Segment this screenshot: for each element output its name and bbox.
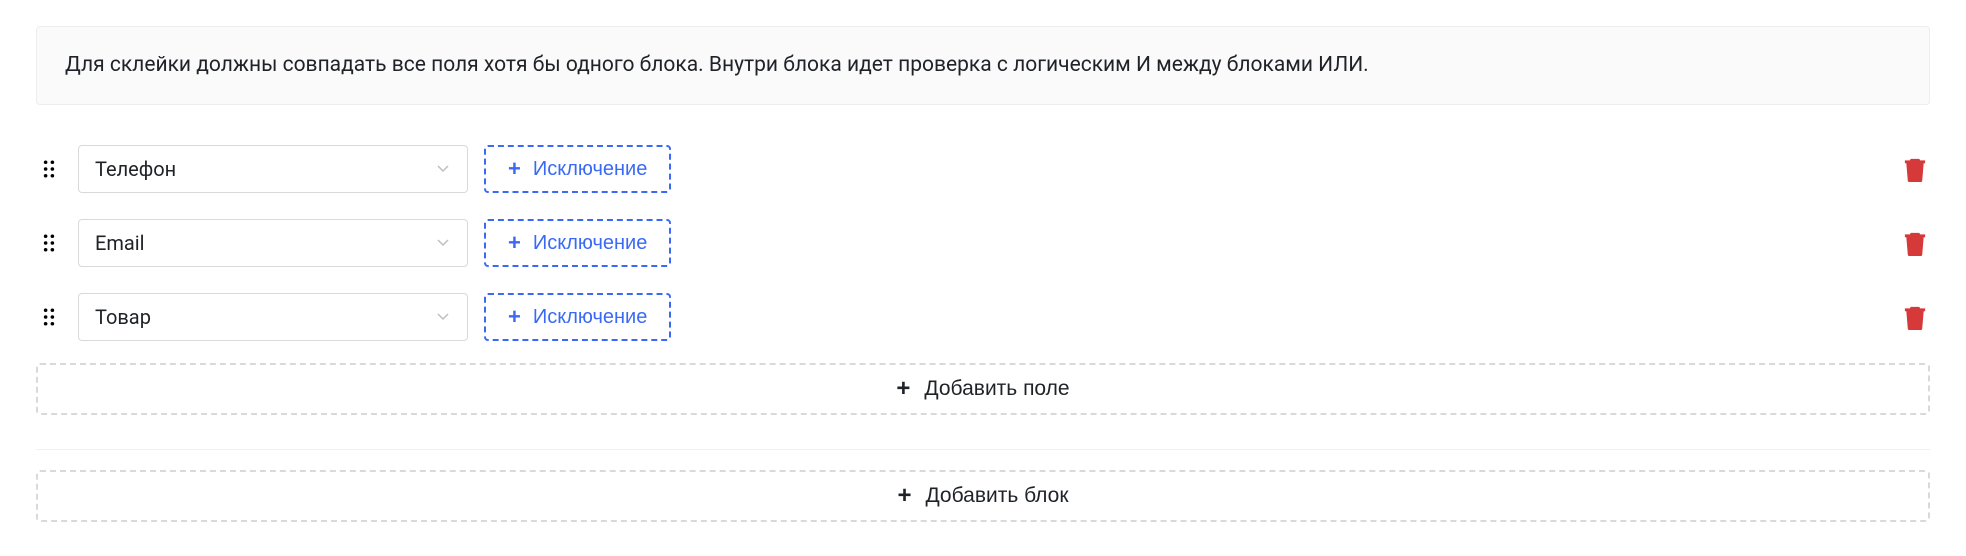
chevron-down-icon	[435, 155, 451, 183]
add-field-button[interactable]: + Добавить поле	[36, 363, 1930, 415]
merge-block: Телефон + Исключение Email	[36, 145, 1930, 415]
page-root: Для склейки должны совпадать все поля хо…	[0, 26, 1966, 522]
info-box: Для склейки должны совпадать все поля хо…	[36, 26, 1930, 105]
field-rows: Телефон + Исключение Email	[36, 145, 1930, 341]
add-exclusion-button[interactable]: + Исключение	[484, 145, 671, 193]
plus-icon: +	[897, 484, 911, 508]
chevron-down-icon	[435, 303, 451, 331]
plus-icon: +	[508, 158, 521, 180]
drag-handle-icon[interactable]	[36, 308, 62, 326]
divider	[36, 449, 1930, 450]
delete-row-button[interactable]	[1904, 304, 1930, 330]
add-block-label: Добавить блок	[925, 484, 1068, 508]
add-exclusion-button[interactable]: + Исключение	[484, 293, 671, 341]
field-select[interactable]: Email	[78, 219, 468, 267]
field-row: Email + Исключение	[36, 219, 1930, 267]
field-row: Товар + Исключение	[36, 293, 1930, 341]
add-exclusion-label: Исключение	[533, 232, 647, 255]
add-exclusion-label: Исключение	[533, 158, 647, 181]
field-select-value: Телефон	[95, 155, 176, 183]
chevron-down-icon	[435, 229, 451, 257]
drag-handle-icon[interactable]	[36, 160, 62, 178]
delete-row-button[interactable]	[1904, 230, 1930, 256]
delete-row-button[interactable]	[1904, 156, 1930, 182]
info-text: Для склейки должны совпадать все поля хо…	[65, 53, 1369, 77]
plus-icon: +	[508, 306, 521, 328]
drag-handle-icon[interactable]	[36, 234, 62, 252]
field-row: Телефон + Исключение	[36, 145, 1930, 193]
field-select-value: Email	[95, 229, 145, 257]
add-block-button[interactable]: + Добавить блок	[36, 470, 1930, 522]
add-exclusion-label: Исключение	[533, 306, 647, 329]
field-select[interactable]: Телефон	[78, 145, 468, 193]
field-select-value: Товар	[95, 303, 151, 331]
plus-icon: +	[508, 232, 521, 254]
add-exclusion-button[interactable]: + Исключение	[484, 219, 671, 267]
add-field-label: Добавить поле	[924, 377, 1069, 401]
plus-icon: +	[896, 377, 910, 401]
add-block-wrap: + Добавить блок	[36, 470, 1930, 522]
field-select[interactable]: Товар	[78, 293, 468, 341]
